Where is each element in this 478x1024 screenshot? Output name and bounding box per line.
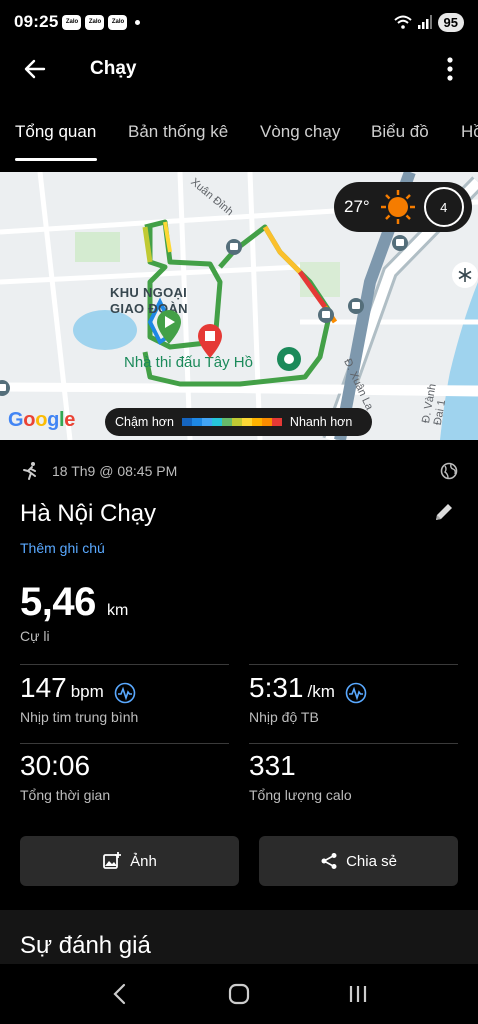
- map-label-venue: Nhà thi đấu Tây Hồ: [124, 354, 253, 371]
- chevron-left-icon: [113, 983, 125, 1005]
- wifi-icon: [393, 15, 412, 29]
- more-options-button[interactable]: [438, 52, 462, 86]
- metric-value: 331: [249, 750, 296, 781]
- back-button[interactable]: [18, 52, 52, 86]
- tab-statistics[interactable]: Bản thống kê: [128, 122, 228, 142]
- distance-unit: km: [107, 602, 129, 619]
- status-time: 09:25: [14, 12, 59, 31]
- total-time: 30:06 Tổng thời gian: [20, 750, 110, 803]
- globe-icon[interactable]: [440, 462, 458, 480]
- nav-home-button[interactable]: [219, 974, 259, 1014]
- status-bar: 09:25 Zalo Zalo Zalo 95: [0, 0, 478, 44]
- finish-marker-icon: [198, 324, 222, 358]
- edit-title-button[interactable]: [432, 500, 458, 526]
- activity-title: Hà Nội Chạy: [20, 500, 157, 527]
- metric-unit: bpm: [70, 682, 104, 701]
- battery-indicator: 95: [437, 12, 464, 32]
- google-logo: Google: [8, 409, 76, 431]
- add-photo-button[interactable]: Ảnh: [20, 836, 239, 886]
- temperature: 27°: [344, 197, 370, 216]
- app-bar: Chạy: [0, 44, 478, 94]
- snowflake-icon: [458, 268, 472, 282]
- tab-more[interactable]: Hồ: [461, 122, 478, 142]
- metric-unit: /km: [307, 682, 335, 701]
- weather-badge: 27° 4: [334, 182, 472, 232]
- metric-label: Tổng thời gian: [20, 787, 111, 803]
- bus-stop-icon: [348, 298, 364, 314]
- add-photo-icon: [103, 852, 122, 869]
- page-title: Chạy: [90, 58, 137, 79]
- pace-legend: Chậm hơn Nhanh hơn: [105, 408, 372, 436]
- recents-icon: [350, 986, 367, 1002]
- nav-back-button[interactable]: [100, 974, 140, 1014]
- tab-overview[interactable]: Tổng quan: [15, 122, 96, 142]
- divider: [249, 664, 458, 665]
- route-map[interactable]: Xuân Đỉnh KHU NGOẠI GIAO ĐOÀN Nhà thi đấ…: [0, 172, 478, 440]
- moon-phase-value: 4: [440, 199, 448, 215]
- metric-value: 5:31: [249, 672, 304, 703]
- running-icon: [23, 462, 36, 480]
- activity-meta: 18 Th9 @ 08:45 PM: [20, 460, 458, 482]
- bus-stop-icon: [0, 380, 10, 396]
- legend-color-scale: [181, 418, 282, 426]
- tab-laps[interactable]: Vòng chạy: [260, 122, 340, 142]
- map-layers-button[interactable]: [452, 262, 478, 288]
- sun-icon: [380, 190, 415, 224]
- distance-label: Cự li: [20, 628, 50, 644]
- place-pin-icon: [277, 347, 301, 371]
- activity-date: 18 Th9 @ 08:45 PM: [52, 463, 178, 479]
- legend-slow-label: Chậm hơn: [115, 415, 174, 429]
- share-label: Chia sẻ: [346, 852, 397, 870]
- active-tab-indicator: [15, 158, 97, 161]
- arrow-left-icon: [24, 59, 46, 79]
- bus-stop-icon: [226, 239, 242, 255]
- tab-charts[interactable]: Biểu đồ: [371, 122, 429, 142]
- metric-label: Nhịp tim trung bình: [20, 709, 139, 725]
- more-vertical-icon: [447, 57, 453, 81]
- avg-heart-rate: 147 bpm Nhịp tim trung bình: [20, 672, 138, 725]
- home-circle-icon: [228, 983, 250, 1005]
- legend-fast-label: Nhanh hơn: [289, 415, 353, 429]
- avg-pace: 5:31/km Nhịp độ TB: [249, 672, 367, 725]
- metric-label: Tổng lượng calo: [249, 787, 352, 803]
- add-photo-label: Ảnh: [130, 852, 157, 870]
- start-marker-icon: [157, 310, 181, 344]
- evaluation-title: Sự đánh giá: [20, 932, 151, 959]
- metric-label: Nhịp độ TB: [249, 709, 319, 725]
- nav-recents-button[interactable]: [338, 974, 378, 1014]
- metric-value: 147: [20, 672, 67, 703]
- bus-stop-icon: [392, 235, 408, 251]
- divider: [20, 664, 229, 665]
- zalo-notification-icon: Zalo: [85, 14, 105, 30]
- share-icon: [321, 853, 337, 869]
- divider: [20, 743, 229, 744]
- pace-zone-icon[interactable]: [345, 682, 367, 704]
- notification-dot-icon: [135, 19, 141, 25]
- distance-value: 5,46: [20, 580, 96, 624]
- metric-value: 30:06: [20, 750, 91, 781]
- system-nav-bar: [0, 964, 478, 1024]
- heart-rate-zone-icon[interactable]: [114, 682, 136, 704]
- bus-stop-icon: [318, 307, 334, 323]
- zalo-notification-icon: Zalo: [108, 14, 128, 30]
- signal-icon: [417, 15, 432, 29]
- divider: [249, 743, 458, 744]
- add-note-link[interactable]: Thêm ghi chú: [20, 540, 105, 556]
- zalo-notification-icon: Zalo: [62, 14, 82, 30]
- pencil-icon: [436, 504, 452, 520]
- total-calories: 331 Tổng lượng calo: [249, 750, 352, 803]
- moon-phase-icon: 4: [423, 187, 464, 227]
- share-button[interactable]: Chia sẻ: [259, 836, 458, 886]
- tab-bar: Tổng quan Bản thống kê Vòng chạy Biểu đồ…: [0, 112, 478, 164]
